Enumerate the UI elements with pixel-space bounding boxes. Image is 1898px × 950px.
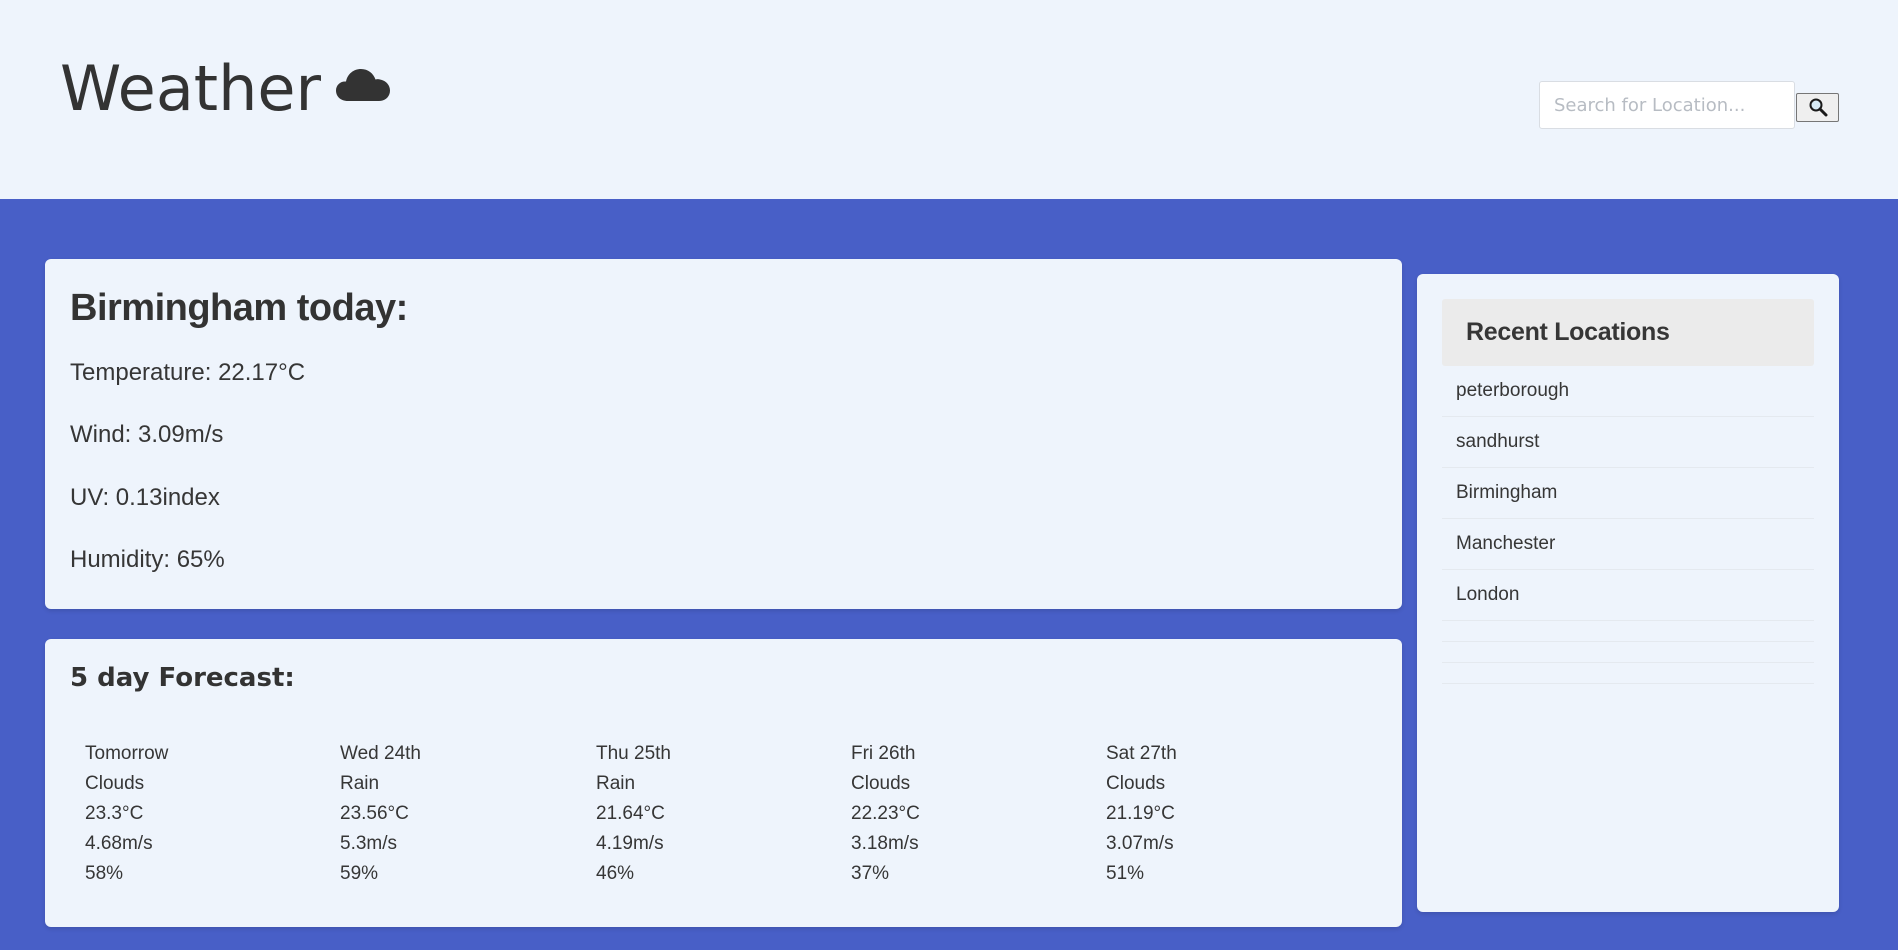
forecast-wind: 4.68m/s xyxy=(85,833,153,854)
cloud-icon xyxy=(335,68,391,102)
today-wind: Wind: 3.09m/s xyxy=(70,421,224,448)
forecast-wind: 3.07m/s xyxy=(1106,833,1174,854)
recent-location-item[interactable]: sandhurst xyxy=(1442,417,1814,468)
recent-location-empty-slot xyxy=(1442,621,1814,642)
forecast-wind: 3.18m/s xyxy=(851,833,919,854)
forecast-humidity: 46% xyxy=(596,863,635,884)
forecast-humidity: 51% xyxy=(1106,863,1145,884)
forecast-condition: Clouds xyxy=(85,773,145,794)
forecast-title: 5 day Forecast: xyxy=(70,663,295,693)
forecast-day-label: Fri 26th xyxy=(851,743,916,764)
forecast-humidity: 37% xyxy=(851,863,890,884)
forecast-day: Tomorrow Clouds 23.3°C 4.68m/s 58% xyxy=(85,739,335,889)
forecast-day-label: Wed 24th xyxy=(340,743,421,764)
forecast-humidity: 59% xyxy=(340,863,379,884)
search-button[interactable] xyxy=(1796,92,1839,122)
forecast-wind: 4.19m/s xyxy=(596,833,664,854)
forecast-condition: Rain xyxy=(340,773,380,794)
recent-location-empty-slot xyxy=(1442,642,1814,663)
forecast-condition: Clouds xyxy=(851,773,911,794)
forecast-day: Sat 27th Clouds 21.19°C 3.07m/s 51% xyxy=(1106,739,1356,889)
recent-location-item[interactable]: London xyxy=(1442,570,1814,621)
search-form xyxy=(1539,81,1839,129)
forecast-day-label: Sat 27th xyxy=(1106,743,1177,764)
forecast-day: Wed 24th Rain 23.56°C 5.3m/s 59% xyxy=(340,739,590,889)
forecast-temperature: 23.56°C xyxy=(340,803,409,824)
forecast-wind: 5.3m/s xyxy=(340,833,398,854)
forecast-temperature: 23.3°C xyxy=(85,803,144,824)
page-header: Weather xyxy=(0,0,1898,199)
search-input[interactable] xyxy=(1539,81,1795,129)
recent-location-item[interactable]: Birmingham xyxy=(1442,468,1814,519)
forecast-condition: Clouds xyxy=(1106,773,1166,794)
forecast-temperature: 21.64°C xyxy=(596,803,665,824)
recent-locations-heading: Recent Locations xyxy=(1442,299,1814,366)
forecast-day: Thu 25th Rain 21.64°C 4.19m/s 46% xyxy=(596,739,846,889)
forecast-humidity: 58% xyxy=(85,863,124,884)
recent-location-empty-slot xyxy=(1442,663,1814,684)
recent-location-item[interactable]: peterborough xyxy=(1442,366,1814,417)
app-title: Weather xyxy=(60,52,322,125)
recent-location-item[interactable]: Manchester xyxy=(1442,519,1814,570)
today-title: Birmingham today: xyxy=(70,287,408,329)
today-card: Birmingham today: Temperature: 22.17°C W… xyxy=(45,259,1402,609)
brand: Weather xyxy=(60,52,391,125)
forecast-temperature: 21.19°C xyxy=(1106,803,1175,824)
forecast-day: Fri 26th Clouds 22.23°C 3.18m/s 37% xyxy=(851,739,1101,889)
recent-locations-list: peterborough sandhurst Birmingham Manche… xyxy=(1442,366,1814,684)
forecast-day-label: Tomorrow xyxy=(85,743,169,764)
recent-locations-panel: Recent Locations peterborough sandhurst … xyxy=(1417,274,1839,912)
forecast-day-label: Thu 25th xyxy=(596,743,671,764)
today-uv: UV: 0.13index xyxy=(70,484,220,511)
forecast-card: 5 day Forecast: Tomorrow Clouds 23.3°C 4… xyxy=(45,639,1402,927)
forecast-condition: Rain xyxy=(596,773,636,794)
search-icon xyxy=(1809,98,1827,117)
today-temperature: Temperature: 22.17°C xyxy=(70,359,306,386)
today-humidity: Humidity: 65% xyxy=(70,546,225,573)
forecast-temperature: 22.23°C xyxy=(851,803,920,824)
